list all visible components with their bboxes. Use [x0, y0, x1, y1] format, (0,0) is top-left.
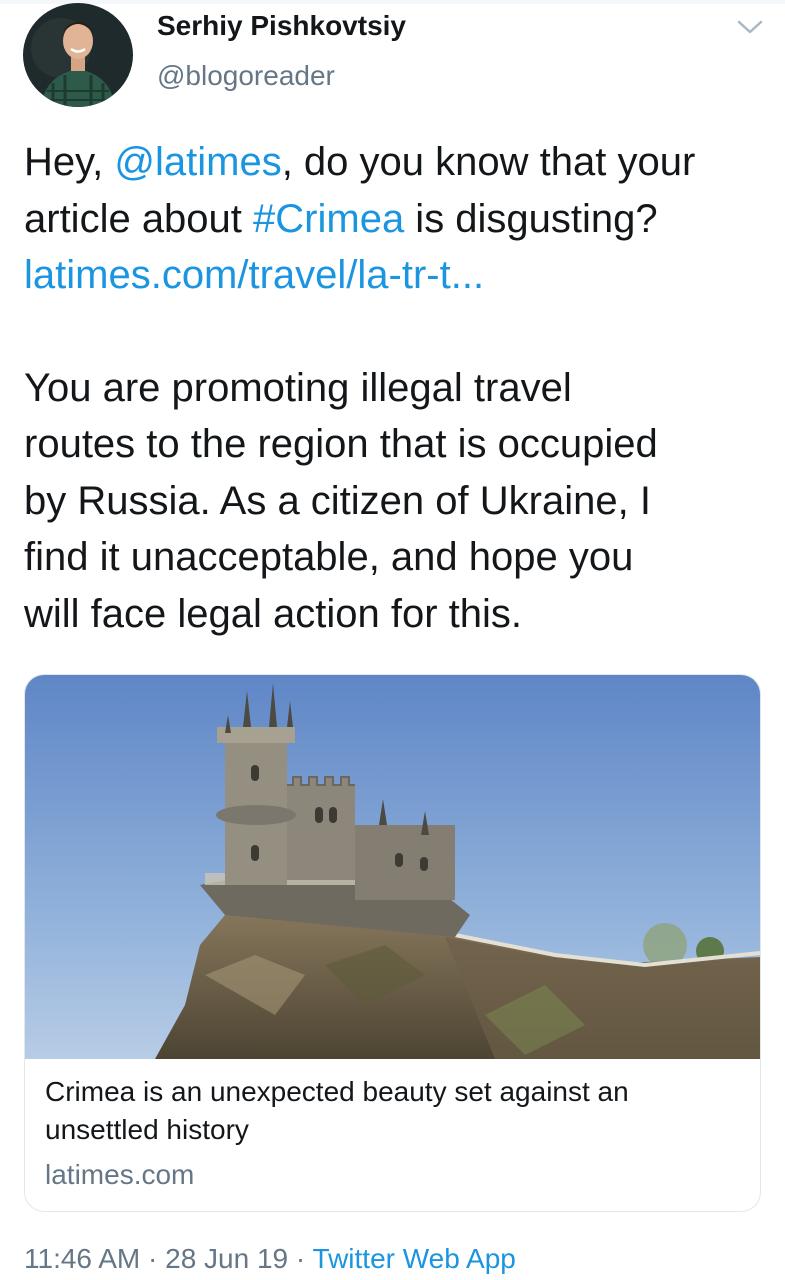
tweet-text-segment: , do you know that your: [281, 140, 696, 184]
url-link[interactable]: latimes.com/travel/la-tr-t...: [24, 253, 484, 297]
tweet-text: Hey, @latimes, do you know that your art…: [24, 134, 769, 642]
tweet-line: will face legal action for this.: [24, 591, 523, 636]
tweet-line: article about #Crimea is disgusting?: [24, 191, 769, 248]
mention-link[interactable]: @latimes: [114, 140, 281, 184]
tweet-time[interactable]: 11:46 AM: [24, 1243, 140, 1274]
avatar-image: [23, 3, 133, 107]
tweet-text-segment: is disgusting?: [404, 196, 658, 241]
user-handle[interactable]: @blogoreader: [157, 60, 335, 92]
avatar[interactable]: [23, 3, 133, 107]
tweet-line: Hey, @latimes, do you know that your: [24, 134, 769, 191]
separator: ·: [140, 1243, 166, 1274]
tweet-line: You are promoting illegal travel: [24, 365, 572, 410]
tweet-line: routes to the region that is occupied: [24, 422, 658, 466]
tweet-line: find it unacceptable, and hope you: [24, 535, 634, 579]
top-divider: [0, 0, 785, 4]
display-name[interactable]: Serhiy Pishkovtsiy: [157, 10, 406, 42]
card-title-line: Crimea is an unexpected beauty set again…: [45, 1076, 629, 1107]
card-image: [25, 675, 760, 1059]
tweet-text-segment: article about: [24, 196, 254, 241]
chevron-down-icon[interactable]: [736, 16, 764, 38]
card-domain: latimes.com: [45, 1159, 195, 1190]
tweet-meta: 11:46 AM · 28 Jun 19 · Twitter Web App: [24, 1243, 516, 1275]
tweet-line: latimes.com/travel/la-tr-t...: [24, 247, 769, 304]
separator: ·: [288, 1243, 313, 1274]
tweet-source-link[interactable]: Twitter Web App: [313, 1243, 516, 1274]
card-title-line: unsettled history: [45, 1114, 249, 1145]
tweet-date[interactable]: 28 Jun 19: [165, 1243, 288, 1274]
hashtag-link[interactable]: #Crimea: [253, 197, 404, 241]
tweet-line: by Russia. As a citizen of Ukraine, I: [24, 478, 651, 523]
link-preview-card[interactable]: Crimea is an unexpected beauty set again…: [24, 674, 761, 1212]
tweet-text-segment: Hey,: [24, 140, 115, 184]
card-title[interactable]: Crimea is an unexpected beauty set again…: [45, 1073, 735, 1149]
